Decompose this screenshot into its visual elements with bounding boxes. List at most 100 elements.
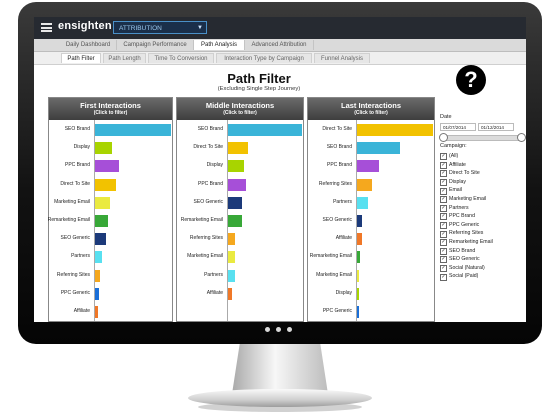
- date-end-input[interactable]: 01/12/2014: [478, 123, 514, 131]
- campaign-checkbox-email[interactable]: ✓ Email: [438, 186, 526, 195]
- first-interactions-header[interactable]: First Interactions (Click to filter): [49, 98, 172, 120]
- bar-referring-sites[interactable]: [228, 233, 235, 246]
- bar-row-seo-brand[interactable]: SEO Brand: [49, 124, 172, 136]
- subtab-interaction-type-by-campaign[interactable]: Interaction Type by Campaign: [216, 53, 312, 63]
- campaign-checkbox-affiliate[interactable]: ✓ Affiliate: [438, 161, 526, 170]
- bar-affiliate[interactable]: [95, 306, 99, 318]
- bar-row-partners[interactable]: Partners: [308, 196, 434, 209]
- bar-partners[interactable]: [357, 196, 368, 209]
- bar-ppc-brand[interactable]: [228, 178, 246, 191]
- campaign-checkbox-seo-generic[interactable]: ✓ SEO Generic: [438, 255, 526, 264]
- bar-seo-generic[interactable]: [95, 233, 106, 246]
- campaign-checkbox-referring-sites[interactable]: ✓ Referring Sites: [438, 229, 526, 238]
- campaign-checkbox-direct-to-site[interactable]: ✓ Direct To Site: [438, 169, 526, 178]
- subtab-time-to-conversion[interactable]: Time To Conversion: [148, 53, 214, 63]
- campaign-checkbox-seo-brand[interactable]: ✓ SEO Brand: [438, 247, 526, 256]
- bar-row-marketing-email[interactable]: Marketing Email: [308, 269, 434, 282]
- bar-row-affiliate[interactable]: Affiliate: [308, 233, 434, 246]
- bar-remarketing-email[interactable]: [95, 215, 108, 227]
- bar-row-seo-generic[interactable]: SEO Generic: [49, 233, 172, 246]
- bar-ppc-generic[interactable]: [95, 287, 99, 300]
- bar-direct-to-site[interactable]: [228, 142, 248, 155]
- bar-ppc-brand[interactable]: [357, 160, 380, 173]
- check-icon[interactable]: ✓: [440, 187, 447, 195]
- bar-direct-to-site[interactable]: [357, 124, 433, 136]
- bar-row-ppc-brand[interactable]: PPC Brand: [49, 160, 172, 173]
- subtab-path-filter[interactable]: Path Filter: [61, 53, 101, 63]
- bar-marketing-email[interactable]: [95, 196, 111, 209]
- bar-affiliate[interactable]: [357, 233, 362, 246]
- slider-end-handle[interactable]: [517, 133, 526, 142]
- bar-display[interactable]: [228, 160, 245, 173]
- campaign-checkbox-all[interactable]: ✓ (All): [438, 152, 526, 161]
- campaign-checkbox-remarketing-email[interactable]: ✓ Remarketing Email: [438, 238, 526, 247]
- bar-row-seo-generic[interactable]: SEO Generic: [308, 215, 434, 227]
- check-icon[interactable]: ✓: [440, 222, 447, 230]
- bar-row-direct-to-site[interactable]: Direct To Site: [308, 124, 434, 136]
- bar-seo-brand[interactable]: [357, 142, 401, 155]
- hamburger-menu-icon[interactable]: [41, 23, 52, 32]
- campaign-checkbox-social-paid[interactable]: ✓ Social (Paid): [438, 272, 526, 281]
- check-icon[interactable]: ✓: [440, 204, 447, 212]
- bar-row-referring-sites[interactable]: Referring Sites: [49, 269, 172, 282]
- campaign-checkbox-marketing-email[interactable]: ✓ Marketing Email: [438, 195, 526, 204]
- bar-row-marketing-email[interactable]: Marketing Email: [49, 196, 172, 209]
- campaign-checkbox-social-natural[interactable]: ✓ Social (Natural): [438, 264, 526, 273]
- campaign-checkbox-ppc-generic[interactable]: ✓ PPC Generic: [438, 221, 526, 230]
- bar-row-partners[interactable]: Partners: [49, 251, 172, 264]
- bar-row-remarketing-email[interactable]: Remarketing Email: [177, 215, 303, 227]
- check-icon[interactable]: ✓: [440, 179, 447, 187]
- bar-ppc-generic[interactable]: [357, 306, 359, 318]
- bar-seo-brand[interactable]: [95, 124, 171, 136]
- bar-row-ppc-generic[interactable]: PPC Generic: [49, 287, 172, 300]
- check-icon[interactable]: ✓: [440, 170, 447, 178]
- bar-remarketing-email[interactable]: [357, 251, 361, 264]
- bar-row-direct-to-site[interactable]: Direct To Site: [49, 178, 172, 191]
- bar-affiliate[interactable]: [228, 287, 233, 300]
- bar-row-seo-brand[interactable]: SEO Brand: [177, 124, 303, 136]
- check-icon[interactable]: ✓: [440, 239, 447, 247]
- slider-start-handle[interactable]: [439, 133, 448, 142]
- bar-row-referring-sites[interactable]: Referring Sites: [177, 233, 303, 246]
- bar-partners[interactable]: [95, 251, 102, 264]
- bar-row-ppc-brand[interactable]: PPC Brand: [308, 160, 434, 173]
- campaign-checkbox-display[interactable]: ✓ Display: [438, 178, 526, 187]
- bar-row-direct-to-site[interactable]: Direct To Site: [177, 142, 303, 155]
- bar-row-affiliate[interactable]: Affiliate: [177, 287, 303, 300]
- check-icon[interactable]: ✓: [440, 256, 447, 264]
- subtab-funnel-analysis[interactable]: Funnel Analysis: [314, 53, 370, 63]
- campaign-checkbox-partners[interactable]: ✓ Partners: [438, 204, 526, 213]
- check-icon[interactable]: ✓: [440, 230, 447, 238]
- bar-row-seo-brand[interactable]: SEO Brand: [308, 142, 434, 155]
- bar-row-referring-sites[interactable]: Referring Sites: [308, 178, 434, 191]
- bar-row-seo-generic[interactable]: SEO Generic: [177, 196, 303, 209]
- bar-marketing-email[interactable]: [228, 251, 235, 264]
- bar-marketing-email[interactable]: [357, 269, 360, 282]
- campaign-checkbox-ppc-brand[interactable]: ✓ PPC Brand: [438, 212, 526, 221]
- check-icon[interactable]: ✓: [440, 161, 447, 169]
- tab-campaign-performance[interactable]: Campaign Performance: [117, 40, 194, 50]
- bar-row-display[interactable]: Display: [308, 287, 434, 300]
- tab-path-analysis[interactable]: Path Analysis: [194, 40, 245, 50]
- bar-display[interactable]: [95, 142, 112, 155]
- check-icon[interactable]: ✓: [440, 153, 447, 161]
- check-icon[interactable]: ✓: [440, 273, 447, 281]
- report-selector-dropdown[interactable]: ATTRIBUTION ▼: [113, 21, 207, 34]
- check-icon[interactable]: ✓: [440, 247, 447, 255]
- bar-row-display[interactable]: Display: [49, 142, 172, 155]
- check-icon[interactable]: ✓: [440, 213, 447, 221]
- check-icon[interactable]: ✓: [440, 265, 447, 273]
- help-icon[interactable]: ?: [456, 65, 486, 95]
- bar-seo-generic[interactable]: [357, 215, 363, 227]
- bar-row-ppc-brand[interactable]: PPC Brand: [177, 178, 303, 191]
- bar-row-remarketing-email[interactable]: Remarketing Email: [48, 215, 172, 227]
- subtab-path-length[interactable]: Path Length: [103, 53, 146, 63]
- check-icon[interactable]: ✓: [440, 196, 447, 204]
- bar-row-ppc-generic[interactable]: PPC Generic: [308, 306, 434, 318]
- bar-row-affiliate[interactable]: Affiliate: [49, 306, 172, 318]
- bar-display[interactable]: [357, 287, 360, 300]
- bar-referring-sites[interactable]: [95, 269, 101, 282]
- bar-seo-generic[interactable]: [228, 196, 243, 209]
- bar-row-partners[interactable]: Partners: [177, 269, 303, 282]
- bar-ppc-brand[interactable]: [95, 160, 120, 173]
